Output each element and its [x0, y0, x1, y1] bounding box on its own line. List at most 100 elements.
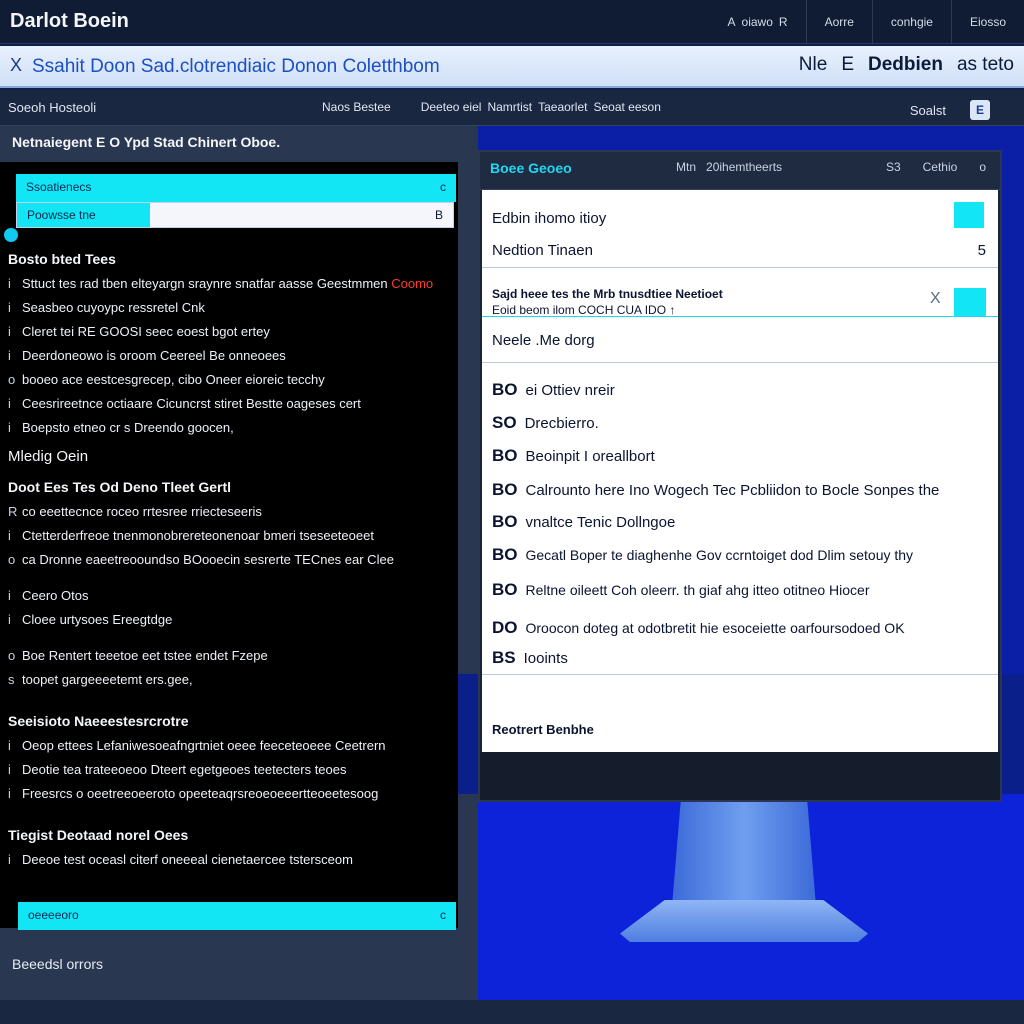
item-tag: BO: [492, 580, 518, 599]
bullet-icon: i: [8, 852, 11, 867]
item-tag: BO: [492, 446, 518, 465]
list-item[interactable]: BO Gecatl Boper te diaghenhe Gov ccrntoig…: [492, 545, 913, 565]
list-item[interactable]: i Seasbeo cuyoypc ressretel Cnk: [8, 296, 454, 320]
list-item[interactable]: o ca Dronne eaeetreooundso BOooecin sesre…: [8, 548, 454, 572]
menu-item-label: Eiosso: [969, 15, 1006, 29]
list-item[interactable]: s toopet gargeeeetemt ers.gee,: [8, 668, 454, 692]
top-action-bar[interactable]: Ssoatienecs c: [16, 174, 456, 202]
list-item[interactable]: i Deerdoneowo is oroom Ceereel Be onneoee…: [8, 344, 454, 368]
bullet-icon: o: [8, 648, 16, 663]
window-footer[interactable]: Reotrert Benbhe: [492, 722, 594, 737]
tab-right-item[interactable]: as teto: [957, 54, 1014, 76]
tab-title[interactable]: Ssahit Doon Sad.clotrendiaic Donon Colet…: [32, 56, 440, 78]
section-title: Mledig Oein: [8, 448, 89, 465]
divider: [482, 267, 998, 268]
list-item[interactable]: SO Drecbierro.: [492, 413, 599, 433]
item-tag: BS: [492, 648, 516, 667]
menu-item-1[interactable]: A oiawo R: [710, 0, 806, 44]
toolbar-left-label[interactable]: Soeoh Hosteoli: [8, 100, 96, 115]
toolbar-item[interactable]: Deeteo eiel: [421, 100, 482, 114]
list-item[interactable]: i Deeoe test oceasl citerf oneeeal cienet…: [8, 848, 454, 872]
list-item-text: Ctetterderfreoe tnenmonobrereteonenoar b…: [22, 528, 374, 543]
toolbar-group: Deeteo eiel Namrtist Taeaorlet Seoat ees…: [421, 100, 661, 114]
toolbar-search-label[interactable]: Soalst: [910, 103, 946, 118]
field-action-button[interactable]: [954, 202, 984, 228]
toolbar-item[interactable]: Namrtist: [487, 100, 532, 114]
window-body: Edbin ihomo itioy Nedtion Tinaen 5 Sajd …: [482, 190, 998, 752]
drag-handle[interactable]: [4, 228, 18, 242]
list-item-text: Seasbeo cuyoypc ressretel Cnk: [22, 300, 205, 315]
tab-right-item[interactable]: E: [841, 54, 854, 76]
list-item[interactable]: Rco eeettecnce roceo rrtesree rriectesee…: [8, 500, 454, 524]
search-prefix: Poowsse tne: [17, 203, 150, 227]
list-item[interactable]: BO Calrounto here Ino Wogech Tec Pcbliido…: [492, 480, 939, 500]
bullet-icon: o: [8, 372, 16, 387]
search-suffix-icon[interactable]: B: [435, 208, 443, 222]
toolbar-right: Soalst E: [910, 100, 990, 120]
item-text: Beoinpit I oreallbort: [525, 448, 655, 465]
list-item-text: Boe Rentert teeetoe eet tstee endet Fzep…: [22, 648, 268, 663]
item-text: Iooints: [523, 650, 568, 667]
list-item[interactable]: BO vnaltce Tenic Dollngoe: [492, 512, 675, 532]
list-item[interactable]: i Ceero Otos: [8, 584, 454, 608]
bullet-icon: i: [8, 528, 11, 543]
clear-icon[interactable]: X: [930, 290, 941, 308]
note-action-button[interactable]: [954, 288, 986, 316]
list-item[interactable]: BO Beoinpit I oreallbort: [492, 446, 655, 466]
list-item[interactable]: BO ei Ottiev nreir: [492, 380, 615, 400]
search-input[interactable]: Poowsse tne B: [16, 202, 454, 228]
close-icon[interactable]: X: [10, 55, 22, 76]
menu-item-3[interactable]: conhgie: [871, 0, 951, 44]
tab-right-item[interactable]: Nle: [799, 54, 828, 76]
list-item-text: Freesrcs o oeetreeoeeroto opeeteaqrsreoe…: [22, 786, 379, 801]
list-item[interactable]: i Ceesrireetnce octiaare Cicuncrst stiret…: [8, 392, 454, 416]
window-tab[interactable]: Mtn: [676, 160, 696, 174]
list-item[interactable]: i Freesrcs o oeetreeoeeroto opeeteaqrsreo…: [8, 782, 454, 806]
list-item[interactable]: BO Reltne oileett Coh oleerr. th giaf ahg…: [492, 580, 869, 600]
app-bar: Darlot Boein A oiawo R Aorre conhgie Eio…: [0, 0, 1024, 44]
toolbar-item[interactable]: Naos Bestee: [322, 100, 391, 114]
list-item[interactable]: i Ctetterderfreoe tnenmonobrereteonenoar …: [8, 524, 454, 548]
field-label: Edbin ihomo itioy: [492, 210, 607, 227]
calendar-icon[interactable]: E: [970, 100, 990, 120]
list-item[interactable]: i Deotie tea trateeoeoo Dteert egetgeoes …: [8, 758, 454, 782]
list-item[interactable]: BS Iooints: [492, 648, 568, 668]
list-item[interactable]: o booeo ace eestcesgrecep, cibo Oneer eio…: [8, 368, 454, 392]
list-item[interactable]: i Sttuct tes rad tben elteyargn sraynre s…: [8, 272, 454, 296]
close-icon[interactable]: c: [440, 908, 446, 924]
toolbar-item[interactable]: Taeaorlet: [538, 100, 587, 114]
menu-item-4[interactable]: Eiosso: [950, 0, 1024, 44]
list-item-text: Deotie tea trateeoeoo Dteert egetgeoes t…: [22, 762, 347, 777]
monitor-stand-neck: [672, 802, 816, 906]
item-text: Reltne oileett Coh oleerr. th giaf ahg i…: [525, 582, 870, 598]
window-control[interactable]: S3: [886, 160, 901, 174]
list-item-text: booeo ace eestcesgrecep, cibo Oneer eior…: [22, 372, 325, 387]
bullet-icon: i: [8, 612, 11, 627]
toolbar-item[interactable]: Seoat eeson: [593, 100, 660, 114]
list-item-text: Boepsto etneo cr s Dreendo goocen,: [22, 420, 234, 435]
list-item[interactable]: DO Oroocon doteg at odotbretit hie esocei…: [492, 618, 905, 638]
window-tab[interactable]: 20ihemtheerts: [706, 160, 782, 174]
list-item[interactable]: o Boe Rentert teeetoe eet tstee endet Fze…: [8, 644, 454, 668]
list-item-text: Cleret tei RE GOOSI seec eoest bgot erte…: [22, 324, 270, 339]
app-title: Darlot Boein: [10, 10, 129, 32]
bullet-icon: i: [8, 276, 11, 291]
list-item[interactable]: i Boepsto etneo cr s Dreendo goocen,: [8, 416, 454, 440]
list-item-text: Ceero Otos: [22, 588, 89, 603]
list-item[interactable]: i Cloee urtysoes Ereegtdge: [8, 608, 454, 632]
pin-icon[interactable]: o: [979, 160, 986, 174]
tab-right-item[interactable]: Dedbien: [868, 54, 943, 76]
window-control[interactable]: Cethio: [923, 160, 958, 174]
bottom-action-bar[interactable]: oeeeeoro c: [18, 902, 456, 930]
close-icon[interactable]: c: [440, 180, 446, 196]
list-item-text: Deerdoneowo is oroom Ceereel Be onneoees: [22, 348, 286, 363]
list-item[interactable]: i Oeop ettees Lefaniwesoeafngrtniet oeee …: [8, 734, 454, 758]
window-controls: S3 Cethio o: [886, 160, 986, 174]
menu-item-2[interactable]: Aorre: [805, 0, 872, 44]
window-title[interactable]: Boee Geoeo: [490, 160, 572, 176]
bullet-icon: s: [8, 672, 15, 687]
item-text: Gecatl Boper te diaghenhe Gov ccrntoiget…: [525, 547, 914, 563]
list-item[interactable]: i Cleret tei RE GOOSI seec eoest bgot ert…: [8, 320, 454, 344]
menu-item-label: Aorre: [824, 15, 854, 29]
